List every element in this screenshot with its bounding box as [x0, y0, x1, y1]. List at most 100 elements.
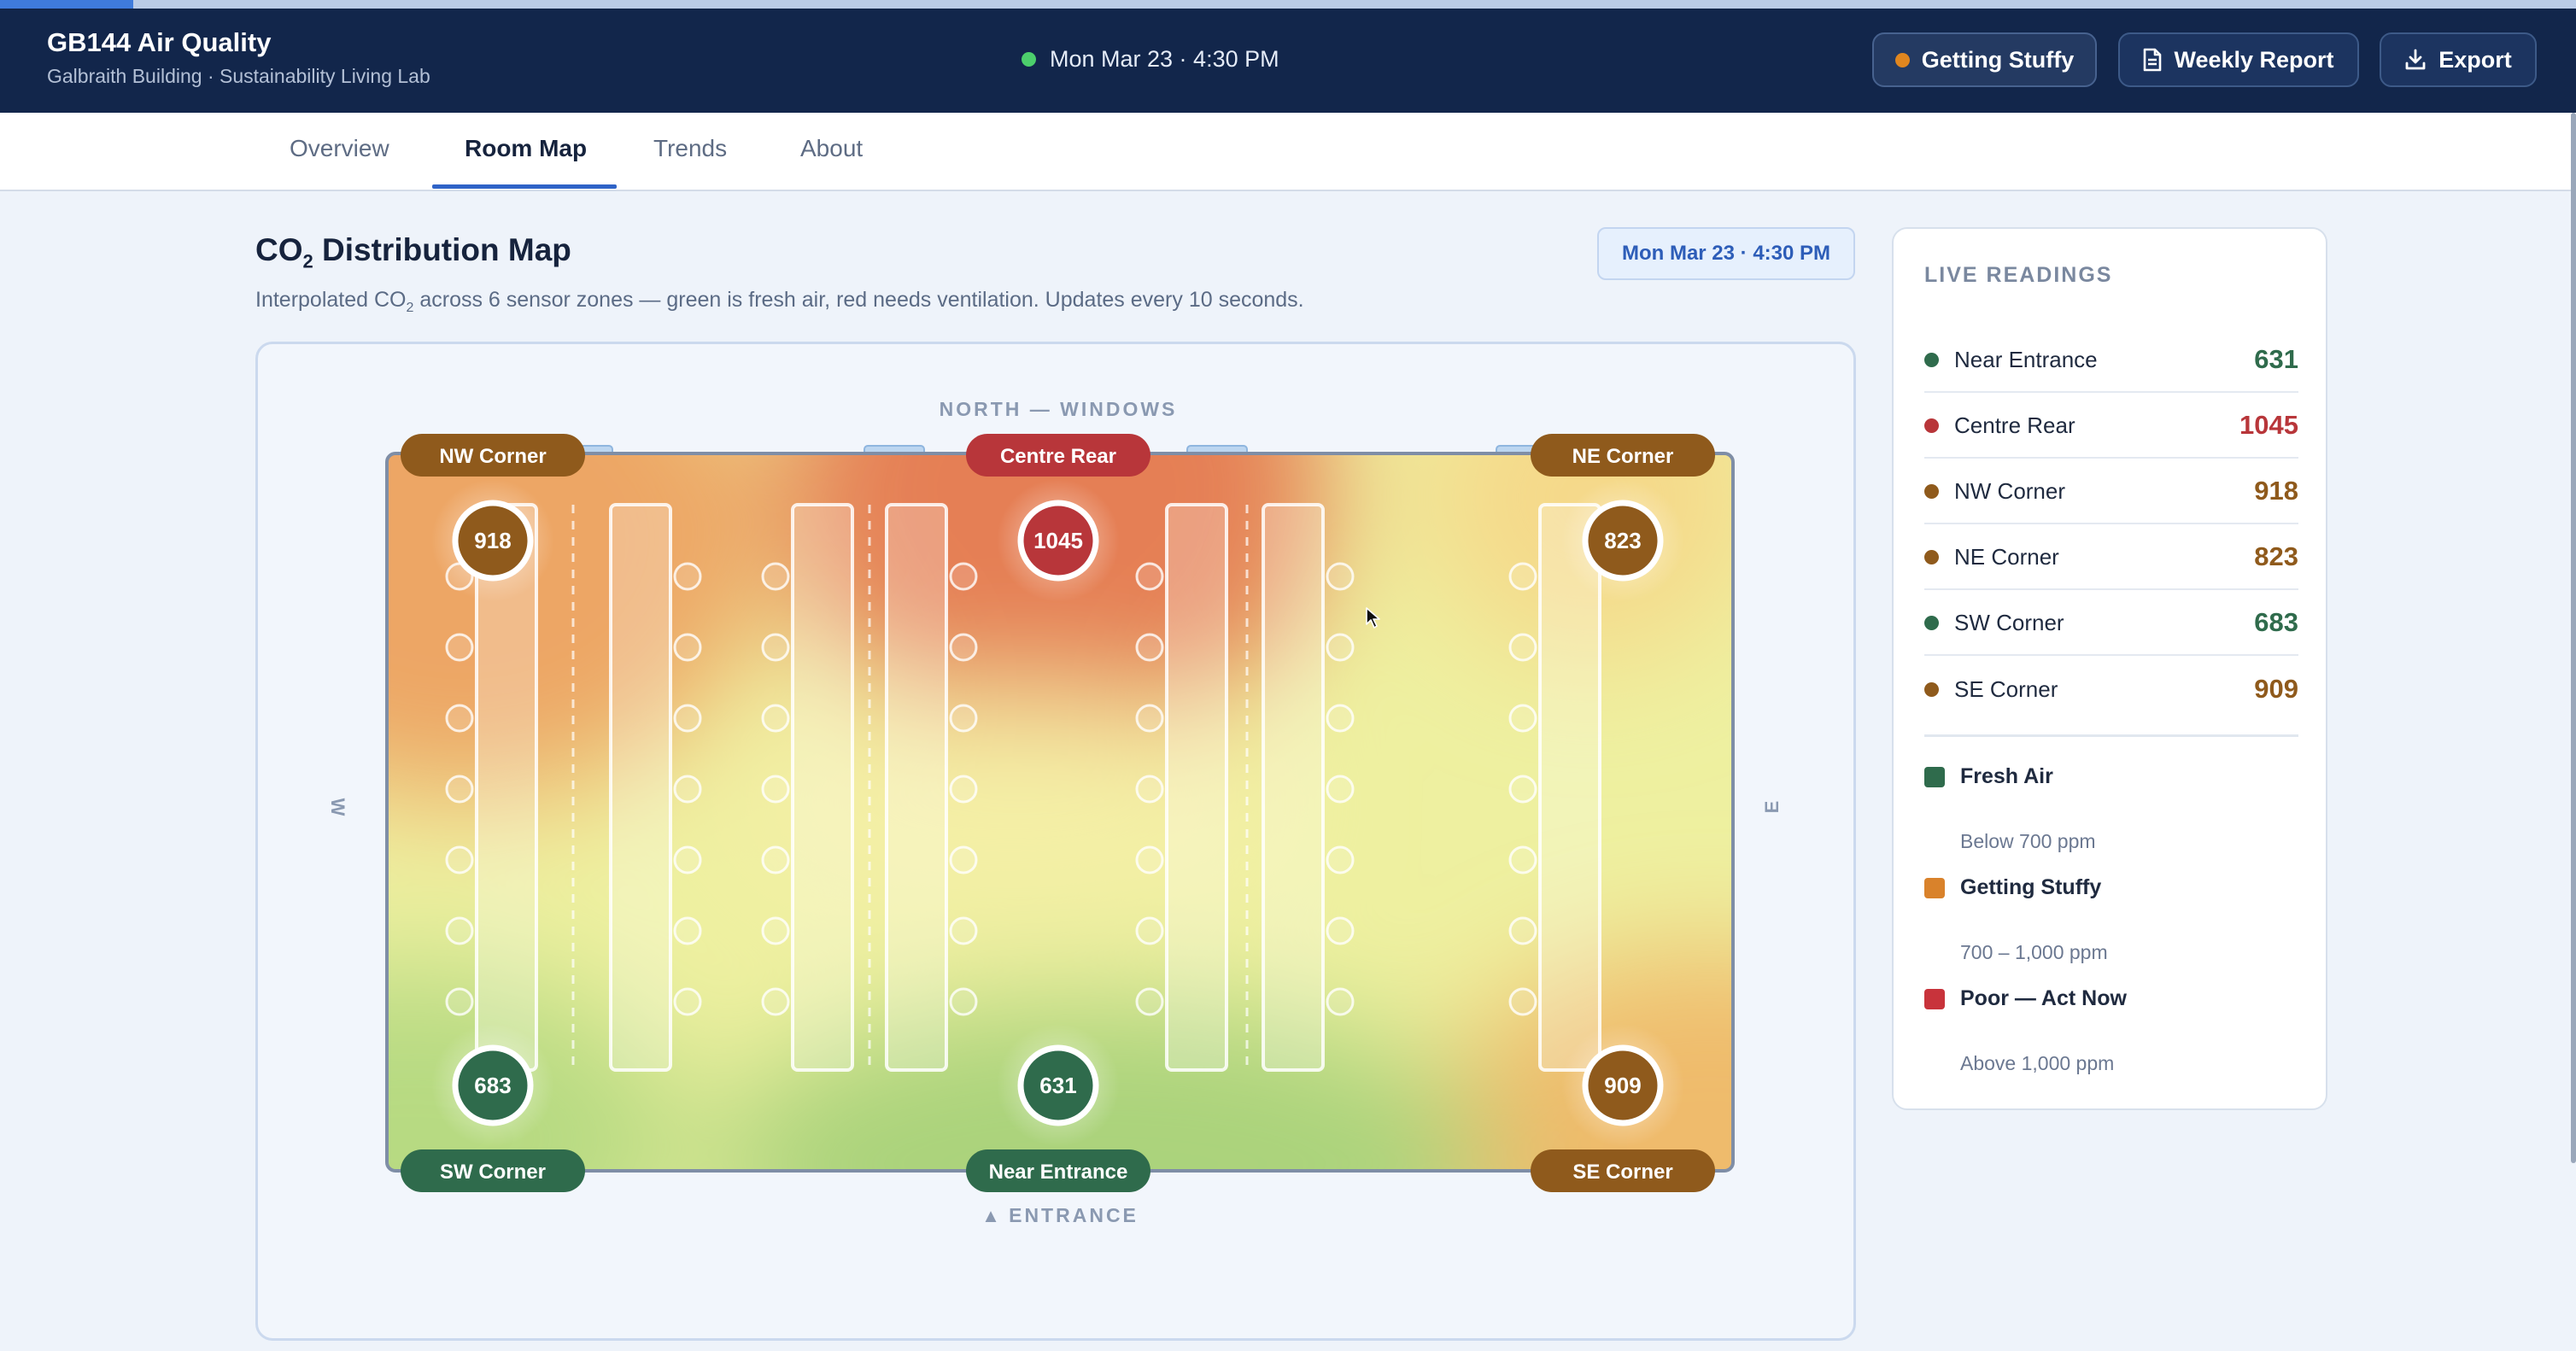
page-title: CO2 Distribution Map [255, 232, 571, 272]
tab-trends[interactable]: Trends [653, 135, 727, 162]
seat-marker [1135, 916, 1164, 945]
reading-zone-name: Near Entrance [1954, 346, 2098, 372]
status-button[interactable]: Getting Stuffy [1872, 32, 2097, 87]
seat-marker [1326, 562, 1355, 591]
seat-marker [673, 916, 702, 945]
tab-overview[interactable]: Overview [290, 135, 389, 162]
seat-marker [673, 845, 702, 874]
seat-marker [673, 987, 702, 1016]
seat-marker [1326, 704, 1355, 733]
seat-marker [1326, 916, 1355, 945]
sensor-value: 631 [1039, 1073, 1076, 1098]
seat-marker [1508, 704, 1537, 733]
seat-marker [761, 845, 790, 874]
reading-value: 683 [2254, 607, 2298, 637]
seat-marker [761, 704, 790, 733]
seat-marker [1326, 845, 1355, 874]
seat-marker [1135, 987, 1164, 1016]
progress-strip-fill [0, 0, 133, 9]
entrance-label: ENTRANCE [1009, 1204, 1139, 1226]
seat-marker [1508, 633, 1537, 662]
live-readings-panel: LIVE READINGS Near Entrance 631 Centre Rea… [1892, 227, 2327, 1110]
reading-row[interactable]: Near Entrance 631 [1924, 328, 2298, 393]
reading-value: 909 [2254, 674, 2298, 704]
reading-value: 1045 [2239, 410, 2298, 440]
weekly-report-button[interactable]: Weekly Report [2118, 32, 2359, 87]
timestamp-badge: Mon Mar 23 · 4:30 PM [1597, 227, 1855, 280]
sensor-value: 909 [1604, 1073, 1641, 1098]
sensor-value: 823 [1604, 528, 1641, 553]
reading-status-dot [1924, 549, 1939, 564]
download-icon [2405, 49, 2426, 70]
seat-marker [1508, 916, 1537, 945]
seat-marker [445, 633, 474, 662]
legend-swatch-stuffy [1924, 878, 1945, 898]
seat-marker [673, 775, 702, 804]
seat-marker [761, 987, 790, 1016]
reading-zone-name: Centre Rear [1954, 412, 2075, 438]
seat-marker [445, 916, 474, 945]
app-header: GB144 Air Quality Galbraith Building · S… [0, 9, 2576, 113]
reading-zone-name: NW Corner [1954, 477, 2066, 504]
reading-row[interactable]: NW Corner 918 [1924, 459, 2298, 524]
export-label: Export [2438, 46, 2512, 73]
seat-marker [761, 775, 790, 804]
reading-value: 631 [2254, 344, 2298, 374]
seat-marker [1508, 987, 1537, 1016]
tab-bar: Overview Room Map Trends About [0, 113, 2576, 191]
entrance-arrow-icon: ▲ [981, 1205, 1000, 1226]
seat-marker [1135, 845, 1164, 874]
reading-row[interactable]: SW Corner 683 [1924, 591, 2298, 656]
seat-marker [1326, 987, 1355, 1016]
seat-marker [761, 562, 790, 591]
legend-label-fresh: Fresh Air [1960, 764, 2053, 788]
seat-marker [949, 704, 978, 733]
legend-divider [1924, 734, 2298, 737]
seat-marker [949, 775, 978, 804]
seat-marker [1326, 633, 1355, 662]
seat-marker [673, 633, 702, 662]
window-scrollbar[interactable] [2571, 113, 2576, 1163]
reading-zone-name: SW Corner [1954, 609, 2064, 635]
reading-row[interactable]: SE Corner 909 [1924, 657, 2298, 722]
page-description: Interpolated CO2 across 6 sensor zones —… [255, 288, 1304, 315]
sensor-zone-label: Centre Rear [1000, 445, 1116, 468]
reading-status-dot [1924, 418, 1939, 433]
sensor-value: 918 [474, 528, 511, 553]
co2-map-card: NORTH — WINDOWS W E ▲ ENTRANCE 918 NW Co… [255, 342, 1856, 1341]
legend-range-fresh: Below 700 ppm [1960, 830, 2096, 852]
active-tab-indicator [432, 184, 617, 189]
seat-marker [949, 916, 978, 945]
readings-title: LIVE READINGS [1924, 263, 2113, 287]
seat-marker [1508, 562, 1537, 591]
live-indicator-dot [1022, 52, 1036, 67]
status-dot-icon [1894, 52, 1910, 67]
reading-row[interactable]: NE Corner 823 [1924, 525, 2298, 590]
reading-row[interactable]: Centre Rear 1045 [1924, 394, 2298, 459]
app-subtitle: Galbraith Building · Sustainability Livi… [47, 65, 430, 87]
seat-marker [949, 845, 978, 874]
legend-range-poor: Above 1,000 ppm [1960, 1052, 2115, 1074]
seat-marker [949, 633, 978, 662]
weekly-report-label: Weekly Report [2174, 46, 2334, 73]
seat-marker [1508, 775, 1537, 804]
legend-range-stuffy: 700 – 1,000 ppm [1960, 941, 2108, 963]
seat-marker [761, 633, 790, 662]
reading-status-dot [1924, 483, 1939, 499]
tab-room-map[interactable]: Room Map [465, 135, 587, 162]
export-button[interactable]: Export [2380, 32, 2537, 87]
app-title: GB144 Air Quality [47, 27, 272, 57]
north-windows-label: NORTH — WINDOWS [940, 398, 1178, 420]
live-clock: Mon Mar 23 · 4:30 PM [1022, 46, 1279, 73]
sensor-value: 1045 [1033, 528, 1083, 553]
reading-status-dot [1924, 615, 1939, 630]
seat-marker [1135, 633, 1164, 662]
status-button-label: Getting Stuffy [1921, 46, 2075, 73]
seat-marker [1135, 775, 1164, 804]
seat-marker [1135, 704, 1164, 733]
sensor-zone-label: NW Corner [439, 445, 546, 468]
sensor-zone-label: NE Corner [1572, 445, 1674, 468]
east-label: E [1761, 801, 1783, 814]
tab-about[interactable]: About [800, 135, 863, 162]
seat-marker [445, 845, 474, 874]
